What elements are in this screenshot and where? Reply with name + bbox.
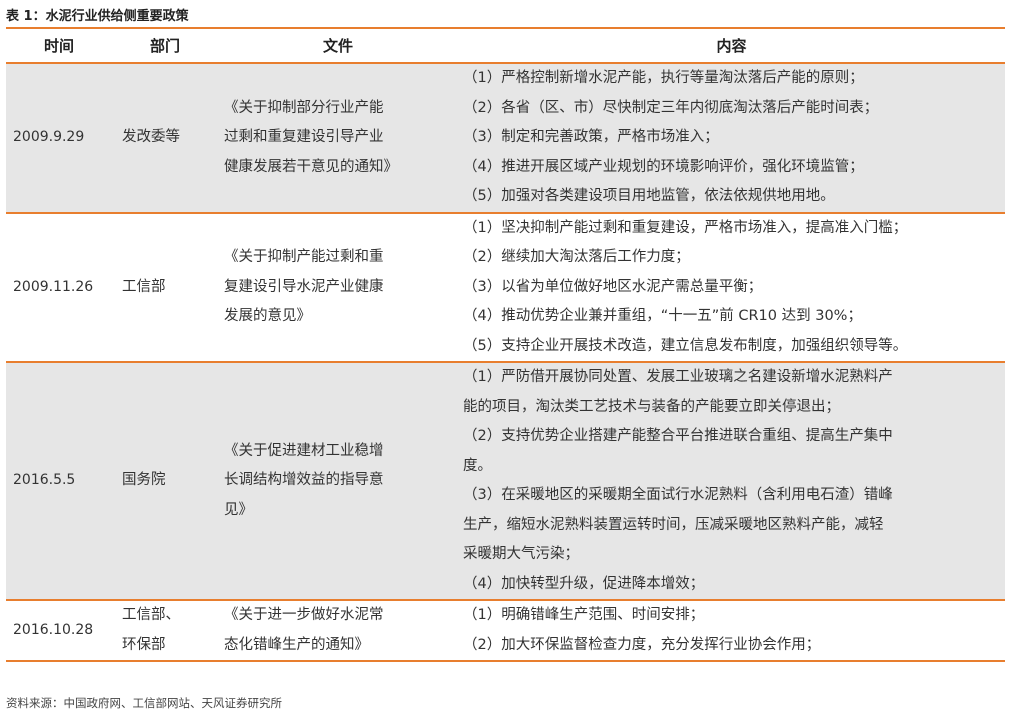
cell-content-line: 度。 [463, 457, 492, 474]
cell-content: （1）严格控制新增水泥产能，执行等量淘汰落后产能的原则； （2）各省（区、市）尽快… [458, 63, 1005, 213]
table-header-row: 时间 部门 文件 内容 [6, 29, 1005, 64]
cell-content-line: （1）严格控制新增水泥产能，执行等量淘汰落后产能的原则； [463, 70, 864, 86]
cell-doc-line: 《关于进一步做好水泥常 [224, 607, 384, 623]
cell-dept-line: 环保部 [122, 636, 166, 653]
header-dept: 部门 [112, 29, 218, 64]
cell-content-line: （3）在采暖地区的采暖期全面试行水泥熟料（含利用电石渣）错峰 [463, 487, 893, 503]
cell-content: （1）严防借开展协同处置、发展工业玻璃之名建设新增水泥熟料产 能的项目，淘汰类工艺… [458, 362, 1005, 600]
cell-doc-line: 《关于抑制部分行业产能 [224, 99, 384, 116]
header-doc: 文件 [218, 29, 458, 64]
cell-content-line: 生产，缩短水泥熟料装置运转时间，压减采暖地区熟料产能，减轻 [463, 516, 884, 533]
cell-doc: 《关于抑制部分行业产能 过剩和重复建设引导产业 健康发展若干意见的通知》 [218, 63, 458, 213]
cell-doc-line: 复建设引导水泥产业健康 [224, 278, 384, 295]
cell-content-line: （5）支持企业开展技术改造，建立信息发布制度，加强组织领导等。 [463, 337, 908, 354]
table-body: 2009.9.29 发改委等 《关于抑制部分行业产能 过剩和重复建设引导产业 健康发展若… [6, 63, 1005, 661]
cell-content-line: 采暖期大气污染； [463, 546, 579, 562]
table-row: 2009.11.26 工信部 《关于抑制产能过剩和重 复建设引导水泥产业健康 发展的意见… [6, 213, 1005, 363]
cell-content-line: （4）推动优势企业兼并重组，“十一五”前 CR10 达到 30%； [463, 308, 862, 324]
cell-doc-line: 态化错峰生产的通知》 [224, 636, 369, 653]
cell-content-line: （3）以省为单位做好地区水泥产需总量平衡； [463, 278, 763, 295]
cell-doc-line: 健康发展若干意见的通知》 [224, 158, 398, 175]
cell-doc-line: 《关于促进建材工业稳增 [224, 442, 384, 459]
cell-content-line: （5）加强对各类建设项目用地监管，依法依规供地用地。 [463, 188, 835, 204]
cell-content-line: （1）坚决抑制产能过剩和重复建设，严格市场准入，提高准入门槛； [463, 219, 908, 236]
cell-content-line: （3）制定和完善政策，严格市场准入； [463, 129, 719, 145]
cell-doc-line: 过剩和重复建设引导产业 [224, 129, 384, 145]
policy-table: 时间 部门 文件 内容 2009.9.29 发改委等 《关于抑制部分行业产能 过剩和重… [6, 29, 1005, 662]
cell-doc: 《关于进一步做好水泥常 态化错峰生产的通知》 [218, 600, 458, 661]
cell-content-line: （2）支持优势企业搭建产能整合平台推进联合重组、提高生产集中 [463, 428, 893, 444]
source-note: 资料来源：中国政府网、工信部网站、天风证券研究所 [6, 696, 282, 710]
header-time: 时间 [6, 29, 112, 64]
cell-doc: 《关于促进建材工业稳增 长调结构增效益的指导意 见》 [218, 362, 458, 600]
table-row: 2009.9.29 发改委等 《关于抑制部分行业产能 过剩和重复建设引导产业 健康发展若… [6, 63, 1005, 213]
cell-doc-line: 《关于抑制产能过剩和重 [224, 249, 384, 265]
cell-dept: 发改委等 [112, 63, 218, 213]
cell-content-line: （1）明确错峰生产范围、时间安排； [463, 607, 705, 623]
cell-doc: 《关于抑制产能过剩和重 复建设引导水泥产业健康 发展的意见》 [218, 213, 458, 363]
table-caption: 表 1：水泥行业供给侧重要政策 [6, 9, 189, 24]
cell-dept-line: 发改委等 [122, 129, 180, 145]
cell-content-line: （2）加大环保监督检查力度，充分发挥行业协会作用； [463, 636, 821, 653]
table-row: 2016.10.28 工信部、 环保部 《关于进一步做好水泥常 态化错峰生产的通知》 （1… [6, 600, 1005, 661]
cell-content: （1）坚决抑制产能过剩和重复建设，严格市场准入，提高准入门槛； （2）继续加大淘汰… [458, 213, 1005, 363]
cell-dept: 工信部 [112, 213, 218, 363]
cell-doc-line: 见》 [224, 501, 253, 518]
cell-dept: 国务院 [112, 362, 218, 600]
cell-content-line: （2）各省（区、市）尽快制定三年内彻底淘汰落后产能时间表； [463, 99, 879, 116]
cell-time: 2016.10.28 [13, 621, 94, 638]
cell-content-line: （1）严防借开展协同处置、发展工业玻璃之名建设新增水泥熟料产 [463, 369, 893, 385]
cell-dept-line: 工信部 [122, 278, 166, 295]
table-row: 2016.5.5 国务院 《关于促进建材工业稳增 长调结构增效益的指导意 见》 （1）严防… [6, 362, 1005, 600]
cell-dept: 工信部、 环保部 [112, 600, 218, 661]
cell-time: 2016.5.5 [6, 362, 112, 600]
cell-time: 2009.11.26 [13, 278, 94, 295]
cell-doc-line: 长调结构增效益的指导意 [224, 472, 384, 489]
cell-dept-line: 工信部、 [122, 607, 180, 623]
cell-time: 2009.9.29 [6, 63, 112, 213]
cell-doc-line: 发展的意见》 [224, 308, 311, 324]
cell-content-line: （4）加快转型升级，促进降本增效； [463, 575, 705, 592]
cell-content: （1）明确错峰生产范围、时间安排； （2）加大环保监督检查力度，充分发挥行业协会作… [458, 600, 1005, 661]
cell-content-line: （4）推进开展区域产业规划的环境影响评价，强化环境监管； [463, 158, 864, 175]
cell-content-line: （2）继续加大淘汰落后工作力度； [463, 249, 690, 265]
cell-dept-line: 国务院 [122, 472, 166, 489]
cell-content-line: 能的项目，淘汰类工艺技术与装备的产能要立即关停退出； [463, 398, 840, 415]
header-content: 内容 [458, 29, 1005, 64]
